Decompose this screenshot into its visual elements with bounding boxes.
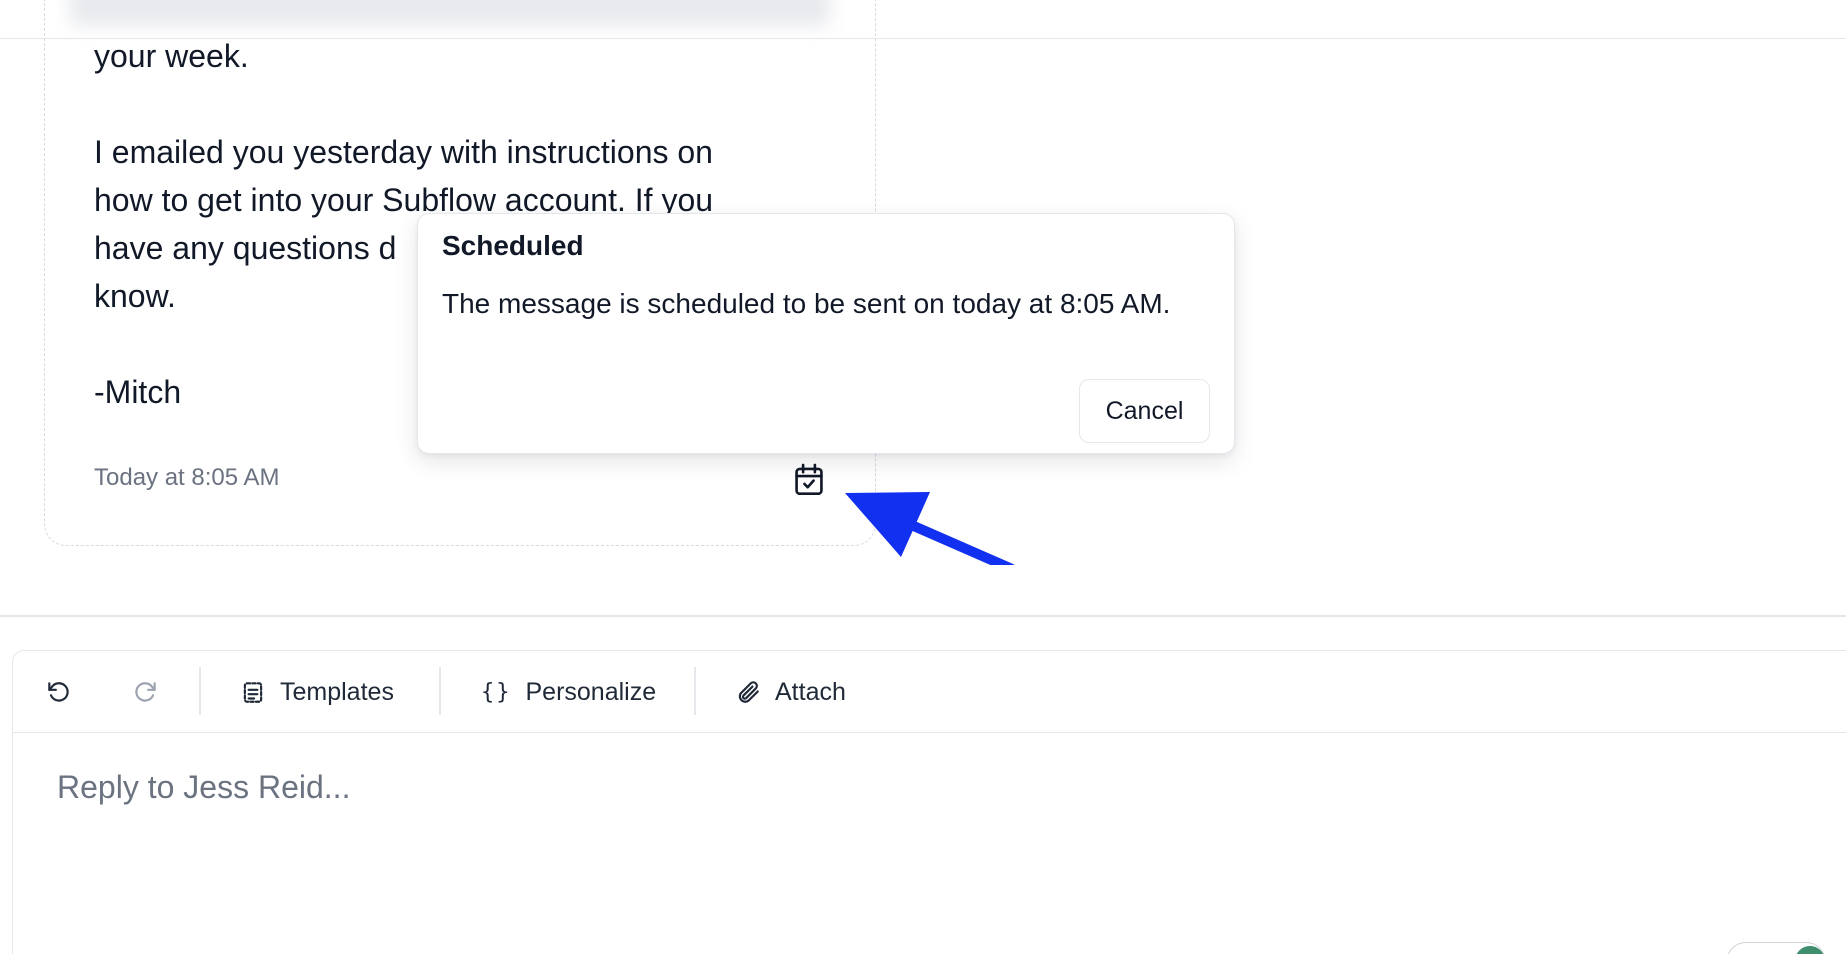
calendar-check-icon[interactable] [793, 463, 825, 497]
popover-title: Scheduled [442, 230, 584, 261]
attach-label: Attach [775, 677, 846, 706]
toolbar-separator [694, 667, 696, 715]
redo-icon [135, 682, 156, 702]
redo-button[interactable] [133, 651, 159, 733]
message-line-gap [94, 80, 814, 128]
undo-button[interactable] [45, 651, 71, 733]
reply-input[interactable] [57, 769, 1757, 806]
undo-icon [48, 682, 69, 702]
composer-divider [0, 615, 1846, 617]
paperclip-icon [738, 681, 759, 703]
cancel-schedule-button[interactable]: Cancel [1079, 379, 1210, 443]
toolbar-separator [439, 667, 441, 715]
personalize-label: Personalize [525, 677, 657, 706]
templates-button[interactable]: Templates [240, 651, 394, 733]
popover-message: The message is scheduled to be sent on t… [442, 288, 1171, 319]
braces-icon: {} [481, 679, 512, 705]
toolbar-separator [199, 667, 201, 715]
message-line: your week. [94, 38, 249, 74]
composer-toolbar: Templates {} Personalize Attach [13, 651, 1846, 733]
templates-icon [243, 682, 263, 703]
templates-label: Templates [280, 677, 394, 706]
personalize-button[interactable]: {} Personalize [481, 651, 656, 733]
message-timestamp: Today at 8:05 AM [94, 464, 280, 491]
scheduled-popover: Scheduled The message is scheduled to be… [417, 213, 1235, 454]
reply-composer: Templates {} Personalize Attach [12, 650, 1846, 954]
message-line: I emailed you yesterday with instruction… [94, 134, 713, 170]
attach-button[interactable]: Attach [735, 651, 846, 733]
